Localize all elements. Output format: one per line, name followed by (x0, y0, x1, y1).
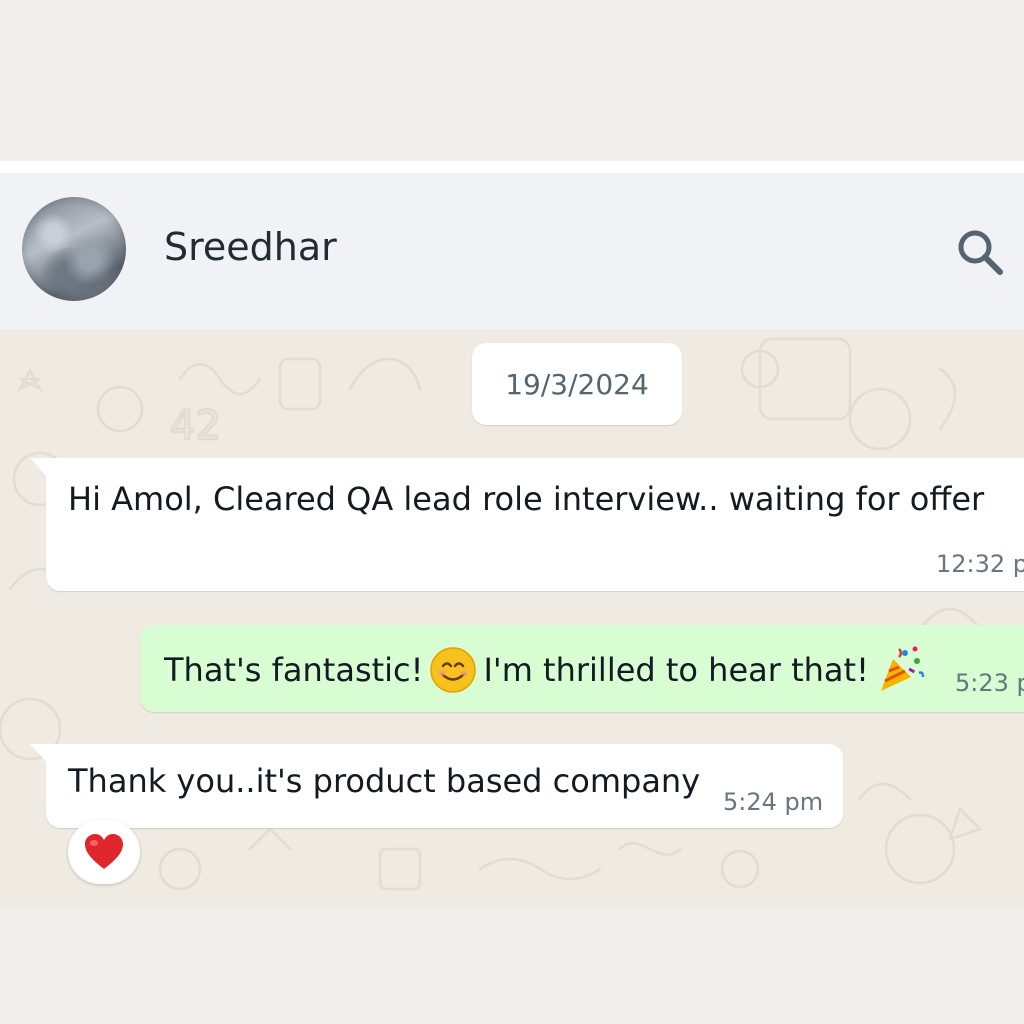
bubble-tail (30, 458, 48, 478)
search-icon[interactable] (955, 227, 1005, 277)
chat-area[interactable]: 42 19/3/2024 Hi Amol, Cleared QA lead ro… (0, 329, 1024, 907)
message-time: 12:32 pm (936, 550, 1024, 578)
message-time: 5:24 pm (723, 788, 824, 816)
message-reaction[interactable] (68, 820, 140, 884)
message-text: That's fantastic! I'm thrilled to hear t… (164, 645, 931, 695)
svg-text:42: 42 (170, 403, 221, 449)
message-text: Thank you..it's product based company (68, 762, 701, 800)
contact-name[interactable]: Sreedhar (164, 225, 337, 269)
message-text: Hi Amol, Cleared QA lead role interview.… (68, 480, 985, 518)
red-heart-icon (85, 834, 123, 869)
incoming-message[interactable]: Hi Amol, Cleared QA lead role interview.… (30, 458, 1024, 591)
whatsapp-chat-screenshot: Sreedhar 42 19/3/2024 Hi Amol, Cleared Q… (0, 0, 1024, 1024)
date-separator: 19/3/2024 (472, 343, 682, 425)
incoming-message[interactable]: Thank you..it's product based company 5:… (30, 744, 843, 828)
message-text-part: I'm thrilled to hear that! (483, 651, 869, 689)
contact-avatar[interactable] (22, 197, 126, 301)
chat-header: Sreedhar (0, 173, 1024, 329)
message-text-part: That's fantastic! (164, 651, 424, 689)
outgoing-message[interactable]: That's fantastic! I'm thrilled to hear t… (140, 625, 1024, 712)
smiling-face-icon (430, 647, 477, 693)
party-popper-icon (880, 646, 925, 691)
top-divider (0, 161, 1024, 173)
bubble-tail (30, 744, 48, 764)
message-time: 5:23 pm (955, 669, 1024, 697)
